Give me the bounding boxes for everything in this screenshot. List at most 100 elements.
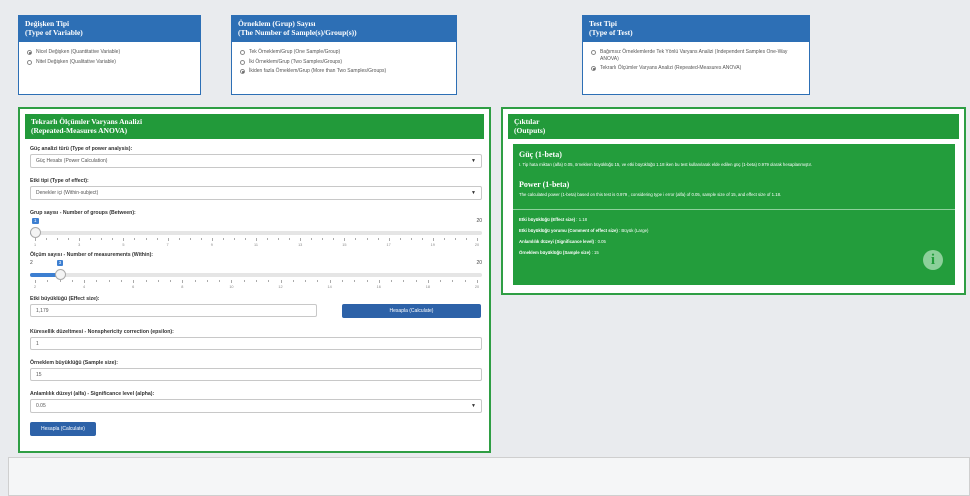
slider-track[interactable] [30, 273, 482, 277]
alpha-select[interactable]: 0.05 ▼ [30, 399, 482, 413]
radio-dot-icon[interactable] [240, 59, 245, 65]
radio-more-samples[interactable]: İkiden fazla Örneklem/Grup (More than Tw… [240, 68, 450, 75]
radio-qualitative[interactable]: Nitel Değişken (Qualitative Variable) [27, 59, 194, 66]
variable-type-box: Değişken Tipi (Type of Variable) Nicel D… [18, 15, 201, 95]
radio-two-samples[interactable]: İki Örneklem/Grup (Two Samples/Groups) [240, 59, 450, 66]
slider-tick [305, 280, 307, 282]
sample-size-label: Örneklem büyüklüğü (Sample size): [30, 360, 118, 366]
calculate-effect-button[interactable]: Hesapla (Calculate) [342, 304, 481, 318]
slider-tick-label: 5 [122, 243, 125, 247]
slider-tick [200, 238, 202, 240]
slider-tick [341, 280, 343, 282]
radio-quantitative[interactable]: Nicel Değişken (Quantitative Variable) [27, 49, 194, 56]
slider-tick [477, 280, 478, 283]
slider-tick [355, 238, 357, 240]
groups-label: Grup sayısı - Number of groups (Between)… [30, 210, 136, 216]
slider-tick-label: 13 [298, 243, 303, 247]
radio-dot-icon[interactable] [240, 69, 245, 74]
kv-key: Örneklem büyüklüğü (Sample size) [519, 250, 591, 255]
slider-tick [354, 280, 356, 282]
slider-value-badge: 1 [32, 218, 39, 224]
slider-handle[interactable] [54, 269, 66, 280]
slider-tick [410, 238, 412, 240]
radio-label: Nitel Değişken (Qualitative Variable) [36, 58, 116, 65]
slider-tick [178, 238, 180, 240]
info-icon: i [923, 250, 943, 270]
slider-tick [377, 238, 379, 240]
slider-tick [194, 280, 196, 282]
radio-independent-anova[interactable]: Bağımsız Örneklemlerde Tek Yönlü Varyans… [591, 49, 803, 62]
slider-handle[interactable] [30, 227, 41, 238]
slider-tick [440, 280, 442, 282]
slider-tick-label: 8 [181, 285, 184, 289]
slider-tick-label: 3 [78, 243, 81, 247]
slider-tick [133, 280, 135, 283]
bottom-panel [8, 457, 970, 496]
slider-tick-label: 17 [386, 243, 391, 247]
slider-tick [292, 280, 294, 282]
calculate-button[interactable]: Hesapla (Calculate) [30, 422, 96, 436]
slider-tick [108, 280, 110, 282]
radio-repeated-anova[interactable]: Tekrarlı Ölçümler Varyans Analizi (Repea… [591, 65, 803, 72]
epsilon-input[interactable]: 1 [30, 337, 482, 350]
slider-tick [120, 280, 122, 282]
slider-tick [415, 280, 417, 282]
radio-dot-icon[interactable] [27, 59, 32, 65]
groups-slider[interactable]: 1 20 1 3 5 7 9 11 13 15 17 19 20 [30, 218, 482, 248]
slider-tick-label: 6 [132, 285, 135, 289]
slider-tick [267, 238, 269, 240]
slider-tick [333, 238, 335, 240]
power-en-text: The calculated power (1-beta) based on t… [519, 192, 782, 197]
radio-dot-icon[interactable] [240, 50, 245, 55]
variable-type-header: Değişken Tipi (Type of Variable) [19, 16, 200, 42]
effect-size-input[interactable]: 1,179 [30, 304, 317, 317]
radio-dot-icon[interactable] [27, 50, 32, 55]
sample-size-row: Örneklem büyüklüğü (Sample size) : 15 [519, 250, 949, 256]
sample-size-input[interactable]: 15 [30, 368, 482, 381]
slider-tick [59, 280, 61, 282]
caret-down-icon: ▼ [471, 158, 476, 164]
slider-tick [112, 238, 114, 240]
outputs-panel-header: Çıktılar (Outputs) [508, 114, 959, 139]
test-type-box: Test Tipi (Type of Test) Bağımsız Örnekl… [582, 15, 810, 95]
slider-tick [145, 280, 147, 282]
slider-tick [329, 280, 331, 283]
slider-tick [84, 280, 86, 283]
slider-tick [170, 280, 172, 282]
slider-tick [145, 238, 147, 240]
significance-row: Anlamlılık düzeyi (Significance level) :… [519, 239, 949, 245]
slider-min-label: 2 [30, 260, 33, 266]
slider-track[interactable] [30, 231, 482, 235]
kv-value: : 1.18 [575, 217, 588, 222]
power-type-value: Güç Hesabı (Power Calculation) [36, 158, 108, 164]
slider-ticks [30, 280, 482, 284]
power-type-select[interactable]: Güç Hesabı (Power Calculation) ▼ [30, 154, 482, 168]
slider-tick-label: 10 [229, 285, 234, 289]
slider-tick [454, 238, 456, 240]
slider-tick-label: 18 [425, 285, 430, 289]
slider-tick-label: 15 [342, 243, 347, 247]
power-tr-text: I. Tip hata miktarı (alfa) 0.05, örnekle… [519, 162, 813, 167]
slider-tick [464, 280, 466, 282]
measurements-slider[interactable]: 2 3 20 2 4 6 8 10 12 14 16 18 20 [30, 260, 482, 290]
effect-type-select[interactable]: Denekler içi (Within-subject) ▼ [30, 186, 482, 200]
radio-one-sample[interactable]: Tek Örneklem/Grup (One Sample/Group) [240, 49, 450, 56]
variable-type-subtitle: (Type of Variable) [25, 27, 83, 37]
anova-form: Güç analizi türü (Type of power analysis… [20, 139, 489, 436]
slider-tick [322, 238, 324, 240]
radio-label: İkiden fazla Örneklem/Grup (More than Tw… [249, 68, 387, 74]
slider-max-label: 20 [476, 218, 482, 224]
slider-tick [156, 238, 158, 240]
slider-tick [96, 280, 98, 282]
slider-tick [182, 280, 184, 283]
radio-dot-icon[interactable] [591, 50, 596, 55]
slider-tick [134, 238, 136, 240]
slider-tick [311, 238, 313, 240]
slider-tick [57, 238, 59, 240]
slider-tick [403, 280, 405, 282]
effect-type-label: Etki tipi (Type of effect): [30, 178, 89, 184]
slider-tick-label: 12 [278, 285, 283, 289]
radio-dot-icon[interactable] [591, 66, 596, 71]
slider-tick-label: 20 [474, 243, 480, 247]
kv-value: : Büyük (Large) [617, 228, 649, 233]
